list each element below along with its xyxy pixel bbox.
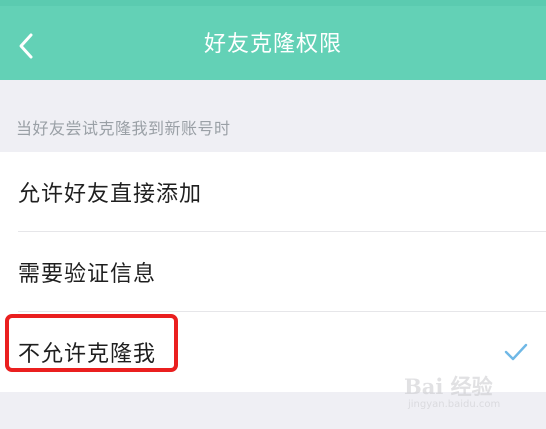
watermark-logo-text: Bai 经验 xyxy=(404,374,493,399)
option-label: 需要验证信息 xyxy=(18,262,157,287)
status-strip xyxy=(0,0,546,6)
option-label: 允许好友直接添加 xyxy=(18,182,203,207)
option-label: 不允许克隆我 xyxy=(18,342,157,367)
page-title: 好友克隆权限 xyxy=(203,32,342,57)
top-bar: 好友克隆权限 xyxy=(0,0,546,80)
option-allow-direct-add[interactable]: 允许好友直接添加 xyxy=(0,152,546,232)
watermark: Bai 经验 jingyan.baidu.com xyxy=(404,371,524,413)
watermark-url: jingyan.baidu.com xyxy=(408,399,501,410)
options-list: 允许好友直接添加 需要验证信息 不允许克隆我 xyxy=(0,152,546,392)
checkmark-icon xyxy=(504,343,528,361)
section-header: 当好友尝试克隆我到新账号时 xyxy=(16,119,231,138)
option-require-verification[interactable]: 需要验证信息 xyxy=(0,232,546,312)
